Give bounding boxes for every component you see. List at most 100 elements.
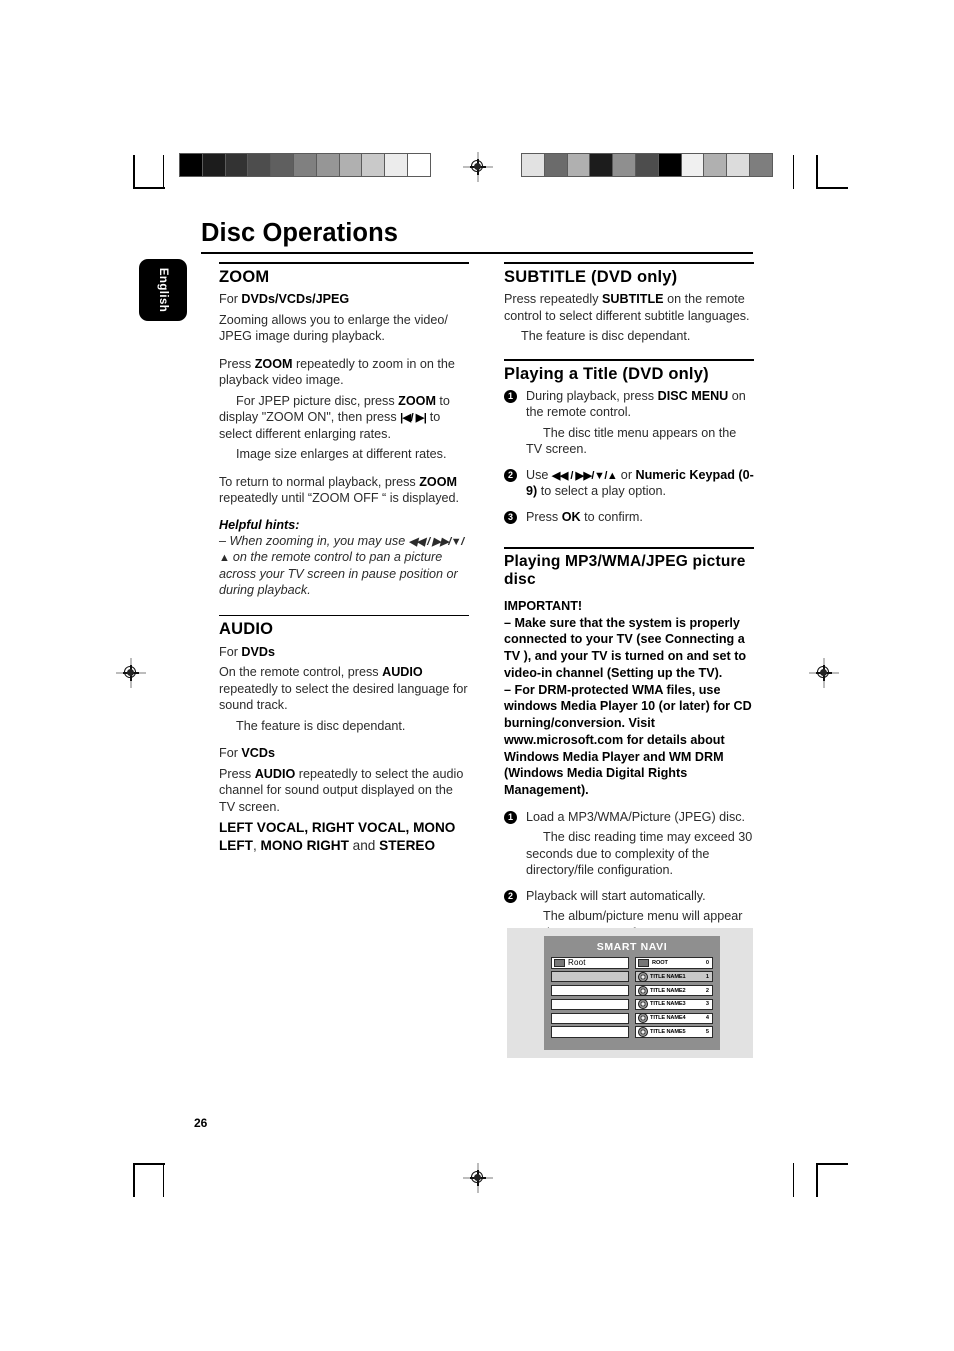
smart-navi-row-index: 1 (705, 973, 709, 980)
crop-mark-bottom-right-h (816, 1163, 818, 1197)
left-column: ZOOM For DVDs/VCDs/JPEG Zooming allows y… (219, 262, 469, 866)
crop-mark-bottom-right-v (793, 1163, 795, 1197)
grayscale-swatch (727, 154, 750, 176)
step-text: Playback will start automatically. (526, 888, 706, 903)
smart-navi-row-label: TITLE NAME1 (650, 973, 686, 980)
crop-mark-bottom-left-v (163, 1163, 165, 1197)
step-number-badge: 2 (504, 889, 517, 903)
manual-page: Disc Operations English ZOOM For DVDs/VC… (0, 0, 954, 1351)
smart-navi-row[interactable]: TITLE NAME1 1 (635, 970, 713, 983)
grayscale-swatch (316, 154, 340, 176)
right-column: SUBTITLE (DVD only) Press repeatedly SUB… (504, 262, 754, 967)
registration-mark-top (463, 152, 493, 182)
step-subtext: The disc reading time may exceed 30 seco… (526, 830, 753, 878)
grayscale-swatch (293, 154, 317, 176)
smart-navi-row-index: 2 (705, 987, 709, 994)
smart-navi-folder-list[interactable]: Root (551, 957, 629, 1040)
audio-options-3: STEREO (379, 838, 436, 854)
smart-navi-row-label: Root (568, 958, 586, 968)
smart-navi-row[interactable]: TITLE NAME5 5 (635, 1026, 713, 1038)
helpful-hints-body: – When zooming in, you may use ◀◀ / ▶▶/▼… (219, 533, 469, 599)
step2-a: Use (526, 467, 552, 482)
audio-p1-c: repeatedly to select the desired languag… (219, 681, 468, 713)
smart-navi-row[interactable]: Root (551, 957, 629, 969)
smart-navi-row-index: 0 (705, 959, 709, 966)
grayscale-swatch (704, 154, 728, 176)
audio-sub2-prefix: For (219, 746, 242, 761)
step3-key: OK (561, 509, 581, 524)
audio-sub2-bold: VCDs (241, 746, 275, 761)
smart-navi-row[interactable]: ROOT 0 (635, 957, 713, 969)
step3-a: Press (526, 509, 562, 524)
playing-title-section-divider (504, 358, 754, 361)
step-number-badge: 1 (504, 810, 517, 824)
disc-icon (638, 999, 648, 1010)
crop-mark-top-right-corner (816, 187, 848, 189)
grayscale-swatch (544, 154, 568, 176)
helpful-hints-title: Helpful hints: (219, 517, 300, 532)
zoom-paragraph-5: To return to normal playback, press ZOOM… (219, 474, 469, 507)
smart-navi-row[interactable] (551, 1012, 629, 1025)
smart-navi-row-index: 5 (705, 1029, 709, 1036)
zoom-p5-key: ZOOM (419, 474, 457, 489)
audio-paragraph-1: On the remote control, press AUDIO repea… (219, 664, 469, 713)
audio-section-divider (219, 614, 469, 617)
grayscale-swatch (180, 154, 203, 176)
audio-options-and: and (348, 838, 380, 854)
step-text: Load a MP3/WMA/Picture (JPEG) disc. (526, 809, 746, 824)
smart-navi-row-label: TITLE NAME4 (650, 1015, 686, 1022)
subtitle-p1-key: SUBTITLE (602, 292, 664, 307)
smart-navi-row[interactable] (551, 998, 629, 1011)
disc-icon (638, 985, 648, 996)
crop-mark-bottom-left-corner (133, 1163, 165, 1165)
smart-navi-row-label: TITLE NAME2 (650, 987, 686, 994)
zoom-subhead-prefix: For (219, 292, 242, 307)
smart-navi-columns: Root ROOT 0 TITLE NAME1 1 TITLE NAME2 2 TITLE … (544, 957, 720, 1040)
playing-mp3-section-divider (504, 547, 754, 550)
grayscale-strip-left (179, 153, 431, 177)
important-note-2: – For DRM-protected WMA files, use windo… (504, 682, 752, 797)
zoom-paragraph-2: Press ZOOM repeatedly to zoom in on the … (219, 356, 469, 389)
registration-mark-right (809, 658, 839, 688)
smart-navi-file-list[interactable]: ROOT 0 TITLE NAME1 1 TITLE NAME2 2 TITLE NAME3… (635, 957, 713, 1040)
subtitle-paragraph-1: Press repeatedly SUBTITLE on the remote … (504, 291, 754, 324)
zoom-paragraph-4: Image size enlarges at different rates. (236, 447, 447, 462)
folder-icon (638, 958, 649, 967)
audio-p1-a: On the remote control, press (219, 665, 383, 680)
registration-mark-left (116, 658, 146, 688)
step1-a: During playback, press (526, 388, 658, 403)
disc-icon (638, 1013, 648, 1024)
zoom-p2-a: Press (219, 356, 255, 371)
audio-subhead-dvds: For DVDs (219, 644, 469, 660)
language-tab: English (139, 259, 187, 321)
registration-mark-bottom (463, 1163, 493, 1193)
zoom-section-divider (219, 262, 469, 264)
important-note-1: – Make sure that the system is properly … (504, 615, 747, 680)
audio-subhead-vcds: For VCDs (219, 745, 469, 761)
grayscale-swatch (225, 154, 249, 176)
grayscale-swatch (658, 154, 682, 176)
playing-mp3-step-1: 1 Load a MP3/WMA/Picture (JPEG) disc. Th… (504, 809, 754, 879)
smart-navi-row[interactable]: TITLE NAME3 3 (635, 998, 713, 1011)
grayscale-swatch (567, 154, 591, 176)
grayscale-swatch (635, 154, 659, 176)
zoom-p5-a: To return to normal playback, press (219, 474, 420, 489)
zoom-subhead: For DVDs/VCDs/JPEG (219, 291, 469, 307)
prev-next-track-icon: |◀/ ▶| (400, 412, 427, 425)
title-divider (201, 252, 753, 255)
disc-icon (638, 971, 648, 982)
zoom-paragraph-3: For JPEP picture disc, press ZOOM to dis… (219, 393, 469, 442)
smart-navi-row[interactable]: TITLE NAME4 4 (635, 1012, 713, 1025)
zoom-heading: ZOOM (219, 267, 270, 286)
smart-navi-row[interactable] (551, 984, 629, 997)
step1-key: DISC MENU (657, 388, 729, 403)
step3-c: to confirm. (580, 509, 643, 524)
smart-navi-row[interactable] (551, 1026, 629, 1038)
step-number-badge: 3 (504, 510, 517, 524)
grayscale-swatch (522, 154, 545, 176)
crop-mark-top-left-h (133, 155, 135, 189)
smart-navi-row[interactable]: TITLE NAME2 2 (635, 984, 713, 997)
smart-navi-row[interactable] (551, 970, 629, 983)
audio-p3-key: AUDIO (254, 766, 296, 781)
zoom-paragraph-1: Zooming allows you to enlarge the video/… (219, 312, 448, 344)
